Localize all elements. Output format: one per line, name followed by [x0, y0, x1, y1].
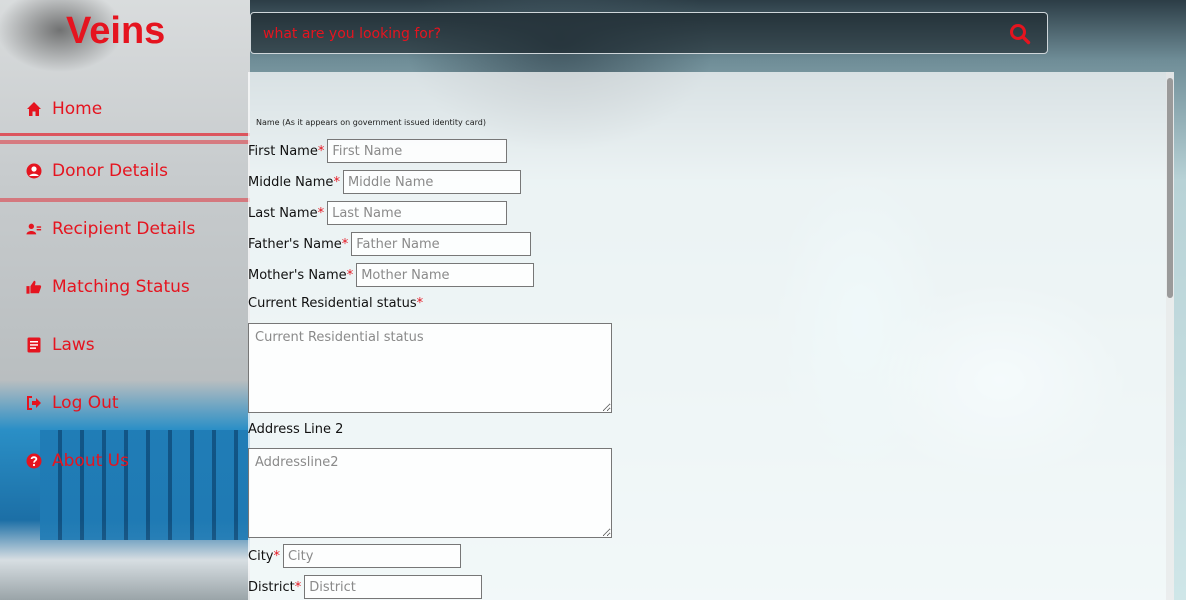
middle-name-label: Middle Name [248, 174, 334, 190]
name-hint: Name (As it appears on government issued… [256, 118, 486, 127]
search-bar [250, 12, 1048, 55]
last-name-row: Last Name * [248, 200, 508, 226]
required-marker: * [317, 205, 325, 221]
city-row: City * [248, 543, 461, 569]
home-icon [26, 101, 42, 117]
address-line-2-label: Address Line 2 [248, 422, 344, 437]
user-circle-icon [26, 163, 42, 179]
first-name-label: First Name [248, 143, 318, 159]
users-icon [26, 221, 42, 237]
thumbs-up-icon [26, 279, 42, 295]
address-line-2-textarea[interactable] [248, 448, 612, 538]
question-icon [26, 453, 42, 469]
district-label: District [248, 579, 295, 595]
required-marker: * [273, 548, 280, 564]
city-label: City [248, 548, 274, 564]
nav-item-log-out[interactable]: Log Out [0, 374, 250, 432]
nav-label-recipient-details: Recipient Details [52, 219, 196, 239]
nav-item-matching-status[interactable]: Matching Status [0, 258, 250, 316]
required-marker: * [346, 267, 354, 283]
nav-label-log-out: Log Out [52, 393, 119, 413]
nav-label-matching-status: Matching Status [52, 277, 190, 297]
middle-name-field[interactable] [342, 170, 521, 194]
middle-name-row: Middle Name * [248, 169, 521, 195]
residential-status-textarea[interactable] [248, 323, 612, 413]
required-marker: * [416, 296, 424, 311]
nav-label-donor-details: Donor Details [52, 161, 168, 181]
district-row: District * [248, 574, 483, 600]
nav-item-about-us[interactable]: About Us [0, 432, 250, 490]
required-marker: * [317, 143, 325, 159]
first-name-field[interactable] [327, 139, 508, 163]
search-input[interactable] [251, 13, 1005, 55]
scrollbar[interactable] [1166, 72, 1174, 600]
document-icon [26, 337, 42, 353]
search-icon[interactable] [1009, 23, 1031, 45]
father-name-label: Father's Name [248, 236, 342, 252]
last-name-field[interactable] [327, 201, 508, 225]
city-field[interactable] [282, 544, 461, 568]
father-name-row: Father's Name * [248, 231, 532, 257]
nav-label-about-us: About Us [52, 451, 129, 471]
first-name-row: First Name * [248, 138, 508, 164]
nav-item-home[interactable]: Home [0, 80, 250, 138]
required-marker: * [341, 236, 349, 252]
last-name-label: Last Name [248, 205, 318, 221]
mother-name-row: Mother's Name * [248, 262, 535, 288]
required-marker: * [294, 579, 302, 595]
residential-status-label: Current Residential status [248, 296, 417, 311]
brand-logo: Veins [66, 10, 166, 52]
scrollbar-thumb[interactable] [1167, 78, 1173, 298]
mother-name-field[interactable] [356, 263, 535, 287]
logout-icon [26, 395, 42, 411]
nav-label-laws: Laws [52, 335, 95, 355]
registration-form-panel: Name (As it appears on government issued… [248, 72, 1174, 600]
nav-label-home: Home [52, 99, 103, 119]
mother-name-label: Mother's Name [248, 267, 347, 283]
nav-item-laws[interactable]: Laws [0, 316, 250, 374]
nav-item-donor-details[interactable]: Donor Details [0, 140, 250, 200]
father-name-field[interactable] [351, 232, 532, 256]
district-field[interactable] [304, 575, 483, 599]
required-marker: * [333, 174, 340, 190]
residential-status-label-row: Current Residential status* [248, 296, 423, 311]
nav-item-recipient-details[interactable]: Recipient Details [0, 198, 250, 258]
